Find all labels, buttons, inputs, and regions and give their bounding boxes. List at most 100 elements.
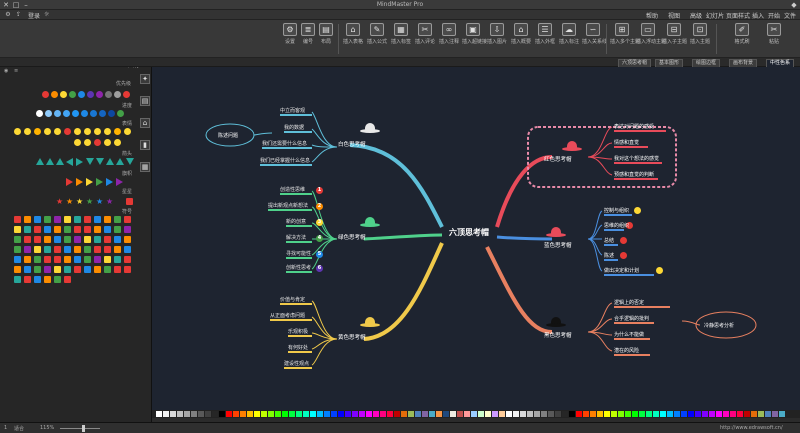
- arrow-down-icon[interactable]: [96, 158, 104, 165]
- color-swatch[interactable]: [373, 411, 379, 417]
- topic-white-1[interactable]: 中立而客观: [280, 107, 305, 114]
- emoji-icon[interactable]: [14, 128, 21, 135]
- topic-white-4[interactable]: 我们已经掌握什么信息: [260, 157, 310, 164]
- symbol-icon[interactable]: [44, 236, 51, 243]
- symbol-icon[interactable]: [54, 216, 61, 223]
- emoji-icon[interactable]: [24, 128, 31, 135]
- insert-multiple-button[interactable]: ⊞ 插入多个主题: [610, 23, 640, 55]
- symbol-icon[interactable]: [94, 236, 101, 243]
- symbol-icon[interactable]: [84, 216, 91, 223]
- color-swatch[interactable]: [212, 411, 218, 417]
- arrow-up-icon[interactable]: [56, 158, 64, 165]
- color-swatch[interactable]: [303, 411, 309, 417]
- branch-red[interactable]: 红色思考帽: [544, 155, 572, 163]
- color-swatch[interactable]: [702, 411, 708, 417]
- login-link[interactable]: 登录: [28, 11, 40, 20]
- symbol-icon[interactable]: [14, 246, 21, 253]
- color-swatch[interactable]: [569, 411, 575, 417]
- priority-icon[interactable]: [78, 91, 85, 98]
- color-swatch[interactable]: [331, 411, 337, 417]
- priority-icon[interactable]: [105, 91, 112, 98]
- emoji-icon[interactable]: [94, 139, 101, 146]
- symbol-icon[interactable]: [114, 226, 121, 233]
- symbol-icon[interactable]: [24, 276, 31, 283]
- color-swatch[interactable]: [247, 411, 253, 417]
- menu-advanced[interactable]: 高级: [690, 11, 702, 20]
- bookmark-tab[interactable]: ▮: [140, 140, 150, 150]
- symbol-icon[interactable]: [14, 236, 21, 243]
- symbol-icon[interactable]: [124, 246, 131, 253]
- symbol-icon[interactable]: [124, 226, 131, 233]
- color-swatch[interactable]: [268, 411, 274, 417]
- color-swatch[interactable]: [177, 411, 183, 417]
- progress-icon[interactable]: [108, 110, 115, 117]
- priority-icon[interactable]: [51, 91, 58, 98]
- color-swatch[interactable]: [345, 411, 351, 417]
- numbering-button[interactable]: ≣ 编号: [300, 23, 316, 55]
- color-swatch[interactable]: [317, 411, 323, 417]
- color-swatch[interactable]: [226, 411, 232, 417]
- color-swatch[interactable]: [219, 411, 225, 417]
- star-icon[interactable]: ★: [76, 197, 83, 206]
- symbol-icon[interactable]: [104, 226, 111, 233]
- emoji-icon[interactable]: [114, 139, 121, 146]
- symbol-icon[interactable]: [114, 216, 121, 223]
- symbol-icon[interactable]: [104, 266, 111, 273]
- color-swatch[interactable]: [415, 411, 421, 417]
- symbol-icon[interactable]: [44, 276, 51, 283]
- symbol-icon[interactable]: [84, 266, 91, 273]
- progress-icon[interactable]: [54, 110, 61, 117]
- arrow-up-icon[interactable]: [36, 158, 44, 165]
- topic-green-5[interactable]: 寻找可能性: [286, 250, 311, 257]
- color-swatch[interactable]: [478, 411, 484, 417]
- symbol-icon[interactable]: [124, 266, 131, 273]
- menu-view[interactable]: 视图: [668, 11, 680, 20]
- symbol-icon[interactable]: [34, 256, 41, 263]
- settings-button[interactable]: ⚙ 设置: [282, 23, 298, 55]
- topic-blue-4[interactable]: 陈述: [604, 252, 614, 259]
- symbol-icon[interactable]: [54, 226, 61, 233]
- color-swatch[interactable]: [359, 411, 365, 417]
- topic-green-1[interactable]: 创造性思维: [280, 186, 305, 193]
- color-swatch[interactable]: [408, 411, 414, 417]
- flag-icon[interactable]: [116, 178, 123, 186]
- arrow-down-icon[interactable]: [86, 158, 94, 165]
- symbol-icon[interactable]: [34, 226, 41, 233]
- topic-blue-1[interactable]: 控制与组织: [604, 207, 629, 214]
- topic-green-3[interactable]: 新的创意: [286, 218, 306, 225]
- color-swatch[interactable]: [198, 411, 204, 417]
- color-swatch[interactable]: [625, 411, 631, 417]
- symbol-icon[interactable]: [114, 266, 121, 273]
- color-swatch[interactable]: [604, 411, 610, 417]
- topic-red-1[interactable]: 表达对问题的感受: [614, 123, 654, 130]
- symbol-icon[interactable]: [24, 246, 31, 253]
- color-swatch[interactable]: [254, 411, 260, 417]
- insert-comment-button[interactable]: ✂ 插入评论: [414, 23, 436, 55]
- symbol-icon[interactable]: [44, 246, 51, 253]
- color-swatch[interactable]: [674, 411, 680, 417]
- format-painter-button[interactable]: ✐ 格式刷: [730, 23, 754, 55]
- topic-blue-2[interactable]: 思维的组织: [604, 222, 629, 229]
- color-swatch[interactable]: [184, 411, 190, 417]
- format-tab[interactable]: ▤: [140, 96, 150, 106]
- star-icon[interactable]: ★: [106, 197, 113, 206]
- layout-button[interactable]: ▤ 布局: [318, 23, 334, 55]
- color-swatch[interactable]: [737, 411, 743, 417]
- color-swatch[interactable]: [380, 411, 386, 417]
- flag-icon[interactable]: [66, 178, 73, 186]
- priority-icon[interactable]: [96, 91, 103, 98]
- color-swatch[interactable]: [751, 411, 757, 417]
- emoji-icon[interactable]: [44, 128, 51, 135]
- symbol-icon[interactable]: [14, 216, 21, 223]
- symbol-icon[interactable]: [24, 226, 31, 233]
- priority-icon[interactable]: [123, 91, 130, 98]
- emoji-icon[interactable]: [84, 139, 91, 146]
- color-swatch[interactable]: [716, 411, 722, 417]
- progress-icon[interactable]: [72, 110, 79, 117]
- symbol-icon[interactable]: [34, 276, 41, 283]
- topic-yellow-3[interactable]: 乐观积极: [288, 328, 308, 335]
- website-link[interactable]: http://www.edrawsoft.cn/: [720, 425, 783, 431]
- symbol-icon[interactable]: [74, 216, 81, 223]
- symbol-icon[interactable]: [64, 256, 71, 263]
- insert-summary-button[interactable]: ⌂ 插入概要: [510, 23, 532, 55]
